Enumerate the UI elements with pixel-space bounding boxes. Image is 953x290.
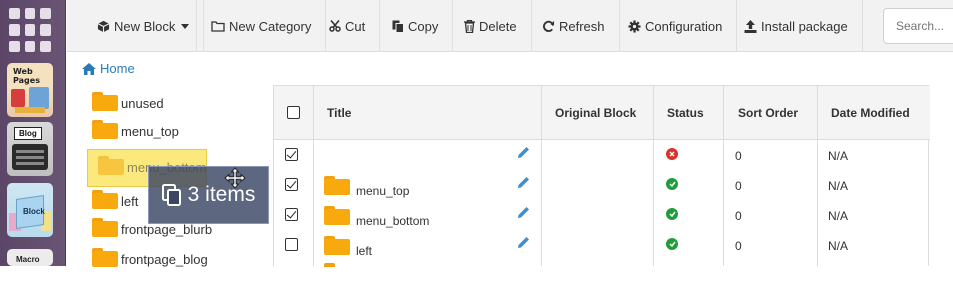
row-title[interactable]: left [356,244,372,258]
status-inactive-icon[interactable] [666,148,678,160]
drag-items-indicator: 3 items [148,166,269,224]
search-input[interactable] [883,8,953,44]
table-row[interactable] [274,260,930,290]
date-modified-value: N/A [828,179,849,193]
blocks-table: Title Original Block Status Sort Order D… [273,85,930,267]
row-title[interactable]: menu_top [356,184,409,198]
sort-order-value: 0 [735,239,742,253]
table-row[interactable]: 0 N/A [274,140,930,170]
app-grid-icon[interactable] [7,6,53,54]
row-checkbox[interactable] [285,208,298,221]
status-active-icon[interactable] [666,178,678,190]
table-row[interactable]: menu_bottom 0 N/A [274,200,930,230]
row-checkbox[interactable] [285,238,298,251]
toolbar: New Block New Category Cut Copy Delete R… [67,0,953,52]
blog-label: Blog [14,127,42,140]
install-package-button[interactable]: Install package [730,0,863,52]
cube-icon [97,20,110,32]
new-block-label: New Block [114,18,176,34]
date-modified-value: N/A [828,209,849,223]
date-modified-value: N/A [828,239,849,253]
breadcrumb: Home [82,61,135,76]
upload-icon [744,19,757,33]
pencil-icon[interactable] [517,206,530,219]
refresh-button[interactable]: Refresh [528,0,620,52]
app-dock: Web Pages Blog Block Macro [0,0,66,266]
sort-order-value: 0 [735,149,742,163]
folder-open-icon [211,21,225,32]
install-package-label: Install package [761,18,848,34]
new-block-button[interactable]: New Block [83,0,205,52]
pencil-icon[interactable] [517,146,530,159]
column-header-original-block[interactable]: Original Block [555,86,636,140]
dock-app-web-pages[interactable]: Web Pages [7,63,53,117]
tree-item[interactable]: left [92,190,138,209]
folder-icon [92,190,118,209]
new-category-button[interactable]: New Category [196,0,327,52]
refresh-icon [543,20,555,32]
folder-icon [92,120,118,139]
tree-item[interactable]: frontpage_blog [92,248,208,267]
gear-icon [628,19,641,33]
block-label: Block [23,207,45,216]
pencil-icon[interactable] [517,176,530,189]
copy-icon [161,184,181,206]
status-active-icon[interactable] [666,208,678,220]
trash-icon [464,19,475,33]
cut-button[interactable]: Cut [315,0,381,52]
web-pages-label: Web Pages [13,67,40,85]
folder-icon [92,248,118,267]
tree-item-label: unused [121,96,164,111]
tree-item-label: frontpage_blog [121,252,208,267]
tree-item-label: left [121,194,139,209]
column-header-title[interactable]: Title [327,86,351,140]
copy-icon [392,20,404,33]
table-row[interactable]: left 0 N/A [274,230,930,260]
sort-order-value: 0 [735,209,742,223]
row-checkbox[interactable] [285,148,298,161]
macro-label: Macro [16,255,40,264]
copy-label: Copy [408,18,439,34]
select-all-checkbox[interactable] [287,106,300,119]
home-icon [82,62,96,75]
pencil-icon[interactable] [517,236,530,249]
date-modified-value: N/A [828,149,849,163]
row-title[interactable]: menu_bottom [356,214,429,228]
move-cursor-icon [224,167,246,189]
column-header-date-modified[interactable]: Date Modified [831,86,910,140]
configuration-button[interactable]: Configuration [614,0,738,52]
refresh-label: Refresh [559,18,605,34]
new-category-label: New Category [229,18,312,34]
tree-item-label: menu_top [121,124,179,139]
configuration-label: Configuration [645,18,723,34]
folder-icon [92,92,118,111]
sort-order-value: 0 [735,179,742,193]
tree-item-label: frontpage_blurb [121,222,213,237]
dock-app-blog[interactable]: Blog [7,122,53,176]
status-active-icon[interactable] [666,238,678,250]
scissors-icon [329,20,341,32]
dock-app-block[interactable]: Block [7,183,53,237]
row-checkbox[interactable] [285,178,298,191]
caret-down-icon [181,23,190,29]
folder-icon [324,263,350,267]
column-header-sort-order[interactable]: Sort Order [738,86,798,140]
folder-icon [98,156,124,175]
breadcrumb-home-link[interactable]: Home [100,61,135,76]
typewriter-icon [12,144,48,170]
folder-icon [324,206,350,225]
delete-button[interactable]: Delete [450,0,532,52]
delete-label: Delete [479,18,517,34]
table-row[interactable]: menu_top 0 N/A [274,170,930,200]
tree-item[interactable]: menu_top [92,120,179,139]
column-header-status[interactable]: Status [667,86,704,140]
folder-icon [324,176,350,195]
cut-label: Cut [345,18,366,34]
folder-icon [324,236,350,255]
copy-button[interactable]: Copy [378,0,454,52]
tree-item[interactable]: unused [92,92,164,111]
folder-icon [92,218,118,237]
dock-app-macro[interactable]: Macro [7,249,53,266]
